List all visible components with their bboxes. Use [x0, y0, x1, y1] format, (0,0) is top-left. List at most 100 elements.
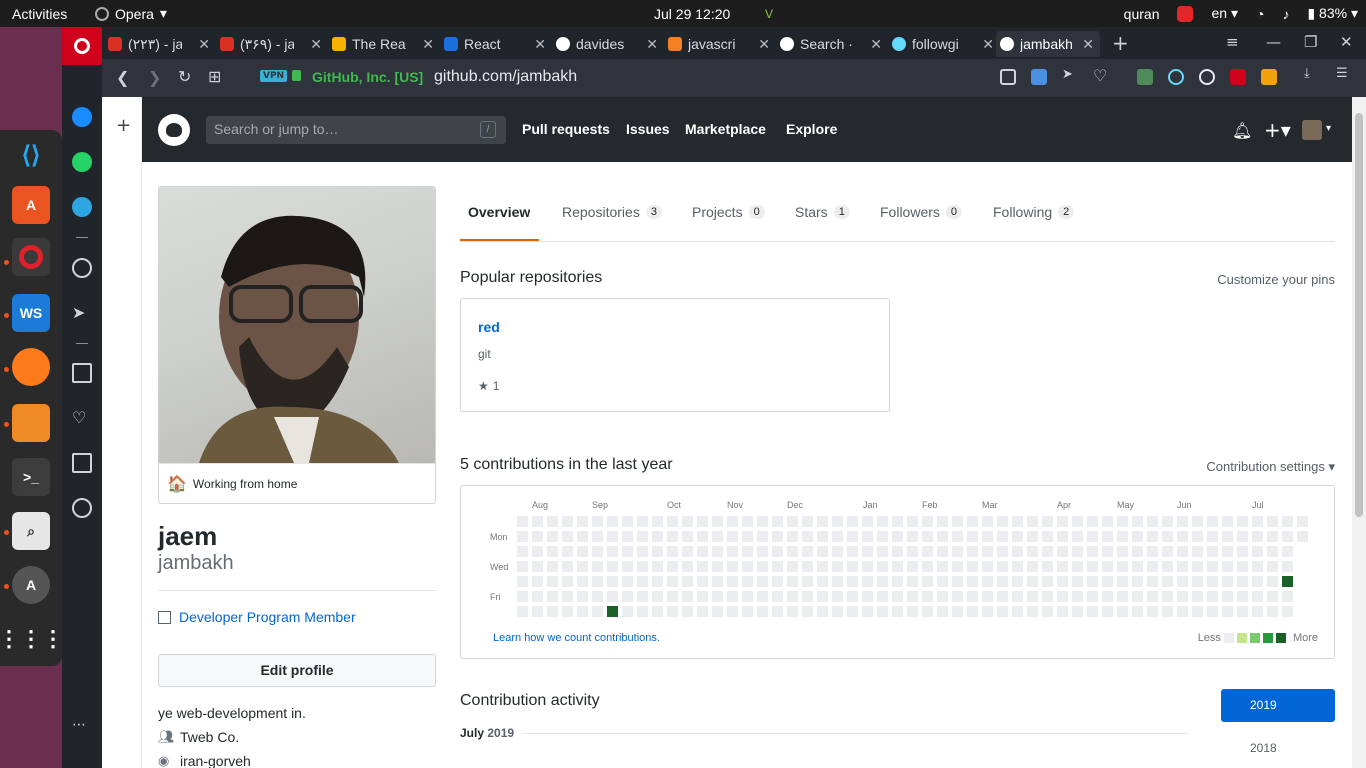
terminal-icon[interactable]: >_	[12, 458, 50, 496]
avatar[interactable]	[1302, 120, 1322, 140]
contribution-cell[interactable]	[1087, 576, 1098, 587]
contribution-cell[interactable]	[1177, 546, 1188, 557]
contribution-cell[interactable]	[1192, 531, 1203, 542]
contribution-cell[interactable]	[1222, 546, 1233, 557]
contribution-cell[interactable]	[532, 561, 543, 572]
contribution-cell[interactable]	[682, 561, 693, 572]
contribution-cell[interactable]	[1102, 606, 1113, 617]
scrollbar-thumb[interactable]	[1355, 113, 1363, 517]
reload-icon[interactable]: ↻	[178, 67, 191, 86]
contribution-cell[interactable]	[802, 531, 813, 542]
contribution-cell[interactable]	[742, 606, 753, 617]
contribution-cell[interactable]	[1027, 606, 1038, 617]
tab-javascript[interactable]: javascri ✕	[668, 31, 776, 57]
quran-app-icon[interactable]	[1177, 5, 1194, 22]
heart-icon[interactable]: ♡	[1093, 66, 1109, 85]
contribution-cell[interactable]	[982, 606, 993, 617]
contribution-cell[interactable]	[577, 546, 588, 557]
contribution-cell[interactable]	[1057, 576, 1068, 587]
contribution-cell[interactable]	[847, 591, 858, 602]
contribution-cell[interactable]	[802, 516, 813, 527]
contribution-cell[interactable]	[1132, 591, 1143, 602]
contribution-cell[interactable]	[862, 591, 873, 602]
contribution-cell[interactable]	[1072, 531, 1083, 542]
telegram-icon[interactable]	[72, 197, 92, 217]
contribution-cell[interactable]	[1117, 576, 1128, 587]
contribution-cell[interactable]	[982, 516, 993, 527]
contribution-cell[interactable]	[622, 546, 633, 557]
contribution-cell[interactable]	[1057, 606, 1068, 617]
repo-link[interactable]: red	[478, 319, 500, 335]
contribution-cell[interactable]	[862, 606, 873, 617]
contribution-cell[interactable]	[1192, 576, 1203, 587]
contribution-cell[interactable]	[1282, 591, 1293, 602]
tab-followers[interactable]: Followers 0	[880, 204, 963, 220]
contribution-cell[interactable]	[1132, 516, 1143, 527]
scrollbar[interactable]	[1352, 97, 1366, 768]
contribution-cell[interactable]	[1102, 576, 1113, 587]
contribution-cell[interactable]	[532, 576, 543, 587]
contribution-cell[interactable]	[1102, 561, 1113, 572]
files-icon[interactable]	[12, 404, 50, 442]
url-field[interactable]: github.com/jambakh	[434, 68, 577, 86]
contribution-cell[interactable]	[577, 516, 588, 527]
close-icon[interactable]: ✕	[534, 36, 546, 53]
contribution-cell[interactable]	[1237, 516, 1248, 527]
download-icon[interactable]: ⤓	[1304, 66, 1320, 82]
contribution-cell[interactable]	[937, 516, 948, 527]
contribution-cell[interactable]	[862, 546, 873, 557]
contribution-cell[interactable]	[592, 516, 603, 527]
contribution-cell[interactable]	[712, 576, 723, 587]
tab-davides[interactable]: davides ✕	[556, 31, 664, 57]
contribution-cell[interactable]	[1027, 546, 1038, 557]
contribution-cell[interactable]	[1162, 531, 1173, 542]
contribution-cell[interactable]	[742, 576, 753, 587]
contribution-cell[interactable]	[592, 591, 603, 602]
vpn-badge[interactable]: VPN	[260, 70, 288, 82]
contribution-cell[interactable]	[907, 516, 918, 527]
contribution-cell[interactable]	[1192, 516, 1203, 527]
contribution-cell[interactable]	[517, 606, 528, 617]
contribution-cell[interactable]	[1132, 561, 1143, 572]
contribution-cell[interactable]	[757, 531, 768, 542]
opera-icon[interactable]	[12, 238, 50, 276]
contribution-cell[interactable]	[1177, 606, 1188, 617]
contribution-cell[interactable]	[1267, 531, 1278, 542]
contribution-cell[interactable]	[1027, 531, 1038, 542]
contribution-cell[interactable]	[547, 591, 558, 602]
contribution-cell[interactable]	[562, 546, 573, 557]
contribution-cell[interactable]	[892, 606, 903, 617]
contribution-cell[interactable]	[607, 531, 618, 542]
contribution-cell[interactable]	[982, 591, 993, 602]
tab-drive[interactable]: The Rea ✕	[332, 31, 440, 57]
contribution-cell[interactable]	[1147, 546, 1158, 557]
contribution-cell[interactable]	[697, 546, 708, 557]
contribution-cell[interactable]	[607, 546, 618, 557]
contribution-cell[interactable]	[1012, 546, 1023, 557]
contribution-cell[interactable]	[847, 561, 858, 572]
contribution-cell[interactable]	[817, 606, 828, 617]
contribution-cell[interactable]	[757, 546, 768, 557]
contribution-cell[interactable]	[712, 516, 723, 527]
contribution-cell[interactable]	[877, 576, 888, 587]
contribution-cell[interactable]	[1162, 546, 1173, 557]
contribution-cell[interactable]	[637, 546, 648, 557]
contribution-cell[interactable]	[877, 606, 888, 617]
vscode-icon[interactable]: ⟨⟩	[12, 136, 50, 174]
contribution-cell[interactable]	[1192, 606, 1203, 617]
close-icon[interactable]: ✕	[1082, 36, 1094, 53]
contribution-cell[interactable]	[697, 606, 708, 617]
contribution-cell[interactable]	[622, 606, 633, 617]
contribution-cell[interactable]	[727, 546, 738, 557]
contribution-cell[interactable]	[1012, 516, 1023, 527]
contribution-cell[interactable]	[742, 591, 753, 602]
contribution-cell[interactable]	[1222, 591, 1233, 602]
contribution-cell[interactable]	[922, 546, 933, 557]
contribution-cell[interactable]	[1162, 576, 1173, 587]
contribution-cell[interactable]	[652, 606, 663, 617]
contribution-cell[interactable]	[1207, 591, 1218, 602]
contribution-cell[interactable]	[757, 561, 768, 572]
contribution-cell[interactable]	[1012, 591, 1023, 602]
contribution-cell[interactable]	[637, 591, 648, 602]
contribution-cell[interactable]	[1147, 606, 1158, 617]
